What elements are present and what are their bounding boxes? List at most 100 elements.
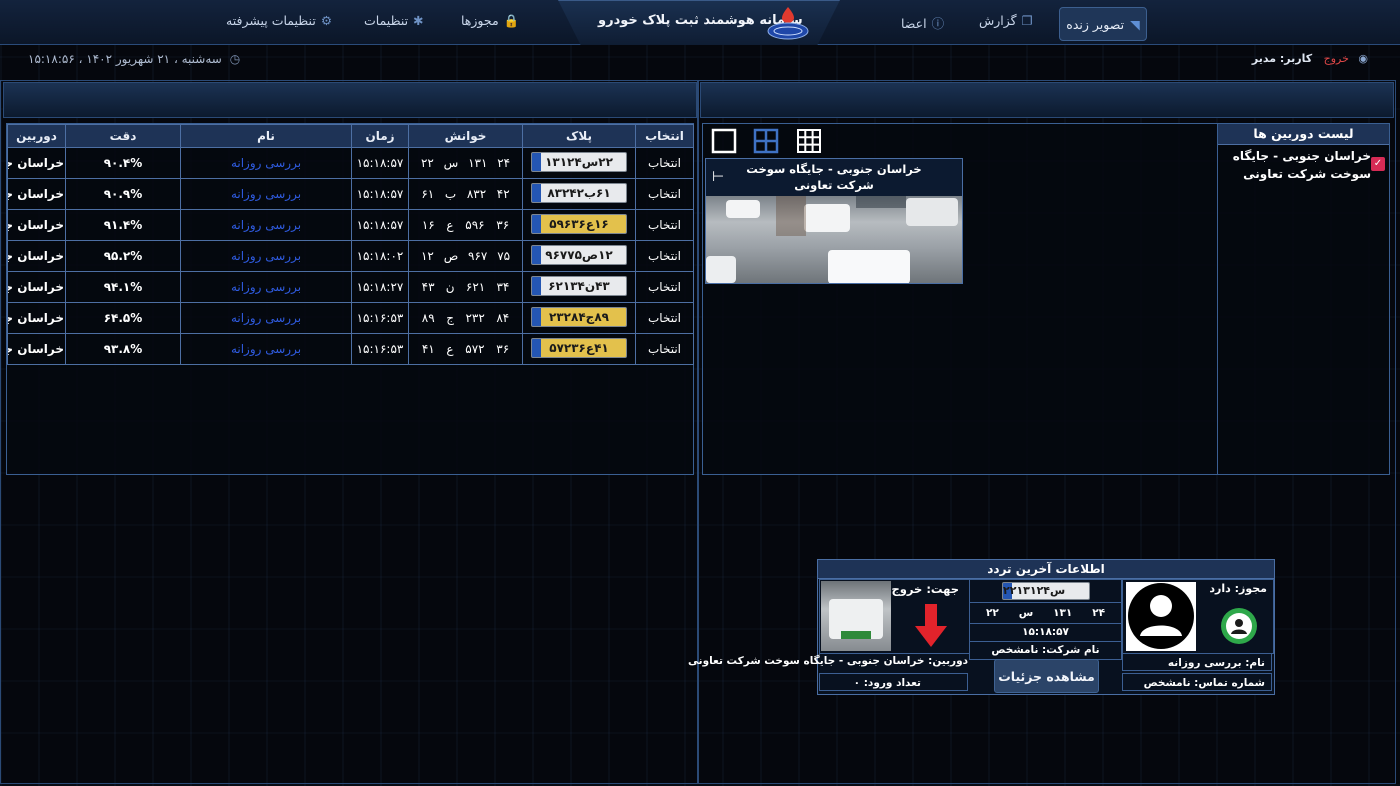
plate-image: ۱۶ع۵۹۶۳۶ — [531, 213, 627, 234]
lock-icon: 🔒 — [503, 13, 520, 28]
camera-cell: خراسان جنو — [7, 240, 66, 272]
select-cell[interactable]: انتخاب — [635, 209, 694, 241]
checkbox-checked-icon[interactable]: ✓ — [1371, 157, 1385, 171]
camera-tile[interactable]: خراسان جنوبی - جایگاه سوخت شرکت تعاونی ⊢ — [705, 158, 963, 284]
nav-advanced-settings[interactable]: تنظیمات پیشرفته ⚙ — [226, 13, 332, 28]
datetime: سه‌شنبه ، ۲۱ شهریور ۱۴۰۲ ، ۱۵:۱۸:۵۶ ◷ — [28, 52, 241, 66]
left-panel-header — [3, 82, 697, 118]
accuracy-cell: ۹۴.۱% — [65, 271, 181, 303]
accuracy-cell: ۹۵.۲% — [65, 240, 181, 272]
camera-cell: خراسان جنو — [7, 302, 66, 334]
direction-cell: جهت: خروج — [819, 579, 970, 654]
table-row[interactable]: انتخاب ۱۶ع۵۹۶۳۶ ۳۶ ۵۹۶ ع ۱۶ ۱۵:۱۸:۵۷ بررسی روزا… — [7, 209, 694, 241]
traffic-name: نام: بررسی روزانه — [1122, 653, 1272, 671]
time-cell: ۱۵:۱۸:۰۲ — [351, 240, 409, 272]
user-icon: ◉ — [1358, 52, 1368, 65]
camera-cell: خراسان جنو — [7, 209, 66, 241]
camera-feed-image — [706, 196, 962, 283]
plate-cell: ۴۱ع۵۷۲۳۶ — [522, 333, 636, 365]
user-label: کاربر: مدیر — [1251, 52, 1313, 65]
nav-permits[interactable]: مجوزها 🔒 — [461, 13, 519, 29]
accuracy-cell: ۹۱.۴% — [65, 209, 181, 241]
select-cell[interactable]: انتخاب — [635, 178, 694, 210]
table-row[interactable]: انتخاب ۴۳ن۶۲۱۳۴ ۳۴ ۶۲۱ ن ۴۳ ۱۵:۱۸:۲۷ بررسی روزا… — [7, 271, 694, 303]
plates-table-container: انتخاب پلاک خوانش زمان نام دقت دوربین ان… — [6, 123, 694, 475]
col-time: زمان — [351, 124, 409, 148]
layout-2x2-icon[interactable] — [753, 128, 779, 154]
traffic-direction: جهت: خروج — [891, 582, 959, 596]
accuracy-cell: ۹۰.۹% — [65, 178, 181, 210]
camera-cell: خراسان جنو — [7, 178, 66, 210]
gears-icon: ⚙ — [320, 13, 333, 28]
nav-members[interactable]: اعضا ⓘ — [901, 13, 944, 32]
col-camera: دوربین — [7, 124, 66, 148]
traffic-company: نام شرکت: نامشخص — [969, 641, 1122, 660]
select-cell[interactable]: انتخاب — [635, 333, 694, 365]
plates-table: انتخاب پلاک خوانش زمان نام دقت دوربین ان… — [7, 124, 694, 365]
reading-cell: ۴۲ ۸۳۲ ب ۶۱ — [408, 178, 523, 210]
camera-list-item-label: خراسان جنوبی - جایگاه سوخت شرکت تعاونی — [1232, 149, 1371, 181]
select-cell[interactable]: انتخاب — [635, 147, 694, 179]
camera-list: لیست دوربین ها ✓ خراسان جنوبی - جایگاه س… — [1217, 123, 1390, 475]
name-cell: بررسی روزانه — [180, 240, 352, 272]
reading-cell: ۳۶ ۵۷۲ ع ۴۱ — [408, 333, 523, 365]
report-icon: ❐ — [1021, 13, 1033, 28]
accuracy-cell: ۶۴.۵% — [65, 302, 181, 334]
plate-cell: ۸۹ج۲۳۲۸۴ — [522, 302, 636, 334]
name-cell: بررسی روزانه — [180, 271, 352, 303]
view-details-button[interactable]: مشاهده جزئیات — [994, 659, 1099, 693]
plate-cell: ۴۳ن۶۲۱۳۴ — [522, 271, 636, 303]
table-row[interactable]: انتخاب ۸۹ج۲۳۲۸۴ ۸۴ ۲۳۲ ج ۸۹ ۱۵:۱۶:۵۳ بررسی روزا… — [7, 302, 694, 334]
accuracy-cell: ۹۰.۴% — [65, 147, 181, 179]
table-row[interactable]: انتخاب ۴۱ع۵۷۲۳۶ ۳۶ ۵۷۲ ع ۴۱ ۱۵:۱۶:۵۳ بررسی روزا… — [7, 333, 694, 365]
logo-icon — [767, 7, 809, 40]
table-row[interactable]: انتخاب ۲۲س۱۳۱۲۴ ۲۴ ۱۳۱ س ۲۲ ۱۵:۱۸:۵۷ بررسی روزا… — [7, 147, 694, 179]
reading-cell: ۳۴ ۶۲۱ ن ۴۳ — [408, 271, 523, 303]
col-select: انتخاب — [635, 124, 694, 148]
nav-settings[interactable]: تنظیمات ✱ — [364, 13, 424, 28]
entry-count: تعداد ورود: ۰ — [819, 673, 968, 691]
time-cell: ۱۵:۱۸:۵۷ — [351, 147, 409, 179]
plate-image: ۸۹ج۲۳۲۸۴ — [531, 306, 627, 327]
time-cell: ۱۵:۱۶:۵۳ — [351, 333, 409, 365]
camera-cell: خراسان جنو — [7, 333, 66, 365]
user-info: خروج کاربر: مدیر ◉ — [1244, 52, 1368, 65]
table-row[interactable]: انتخاب ۱۲ص۹۶۷۷۵ ۷۵ ۹۶۷ ص ۱۲ ۱۵:۱۸:۰۲ بررسی روزا… — [7, 240, 694, 272]
arrow-down-icon — [915, 604, 947, 647]
live-view-button[interactable]: تصویر زنده ◥ — [1059, 7, 1147, 41]
col-reading: خوانش — [408, 124, 523, 148]
plate-cell: ۲۲س۱۳۱۲۴ — [522, 147, 636, 179]
nav-report[interactable]: گزارش ❐ — [979, 13, 1033, 28]
right-panel-header — [700, 82, 1394, 118]
logout-link[interactable]: خروج — [1324, 52, 1349, 65]
select-cell[interactable]: انتخاب — [635, 271, 694, 303]
info-icon: ⓘ — [931, 16, 945, 31]
select-cell[interactable]: انتخاب — [635, 302, 694, 334]
table-row[interactable]: انتخاب ۶۱ب۸۳۲۴۲ ۴۲ ۸۳۲ ب ۶۱ ۱۵:۱۸:۵۷ بررسی روزا… — [7, 178, 694, 210]
reading-cell: ۷۵ ۹۶۷ ص ۱۲ — [408, 240, 523, 272]
time-cell: ۱۵:۱۸:۲۷ — [351, 271, 409, 303]
gear-icon: ✱ — [413, 13, 424, 28]
traffic-reading: ۲۴ ۱۳۱ س ۲۲ — [969, 602, 1122, 624]
camera-list-item[interactable]: ✓ خراسان جنوبی - جایگاه سوخت شرکت تعاونی — [1218, 145, 1389, 183]
reading-cell: ۳۶ ۵۹۶ ع ۱۶ — [408, 209, 523, 241]
col-plate: پلاک — [522, 124, 636, 148]
col-name: نام — [180, 124, 352, 148]
select-cell[interactable]: انتخاب — [635, 240, 694, 272]
traffic-time: ۱۵:۱۸:۵۷ — [969, 623, 1122, 642]
traffic-phone: شماره تماس: نامشخص — [1122, 673, 1272, 691]
plate-cell: ۱۶ع۵۹۶۳۶ — [522, 209, 636, 241]
plate-image: ۱۲ص۹۶۷۷۵ — [531, 244, 627, 265]
accuracy-cell: ۹۳.۸% — [65, 333, 181, 365]
plate-cell: ۶۱ب۸۳۲۴۲ — [522, 178, 636, 210]
camera-list-header: لیست دوربین ها — [1218, 124, 1389, 145]
permit-status: مجوز: دارد — [1209, 582, 1267, 595]
layout-3x3-icon[interactable] — [796, 128, 822, 154]
camera-view-area: خراسان جنوبی - جایگاه سوخت شرکت تعاونی ⊢ — [702, 123, 1218, 475]
layout-single-icon[interactable] — [711, 128, 737, 154]
plate-image: ۴۱ع۵۷۲۳۶ — [531, 337, 627, 358]
name-cell: بررسی روزانه — [180, 178, 352, 210]
clock-icon: ◷ — [229, 52, 241, 66]
traffic-plate-cell: ۲۲س۱۳۱۲۴ — [969, 579, 1122, 603]
reading-cell: ۸۴ ۲۳۲ ج ۸۹ — [408, 302, 523, 334]
